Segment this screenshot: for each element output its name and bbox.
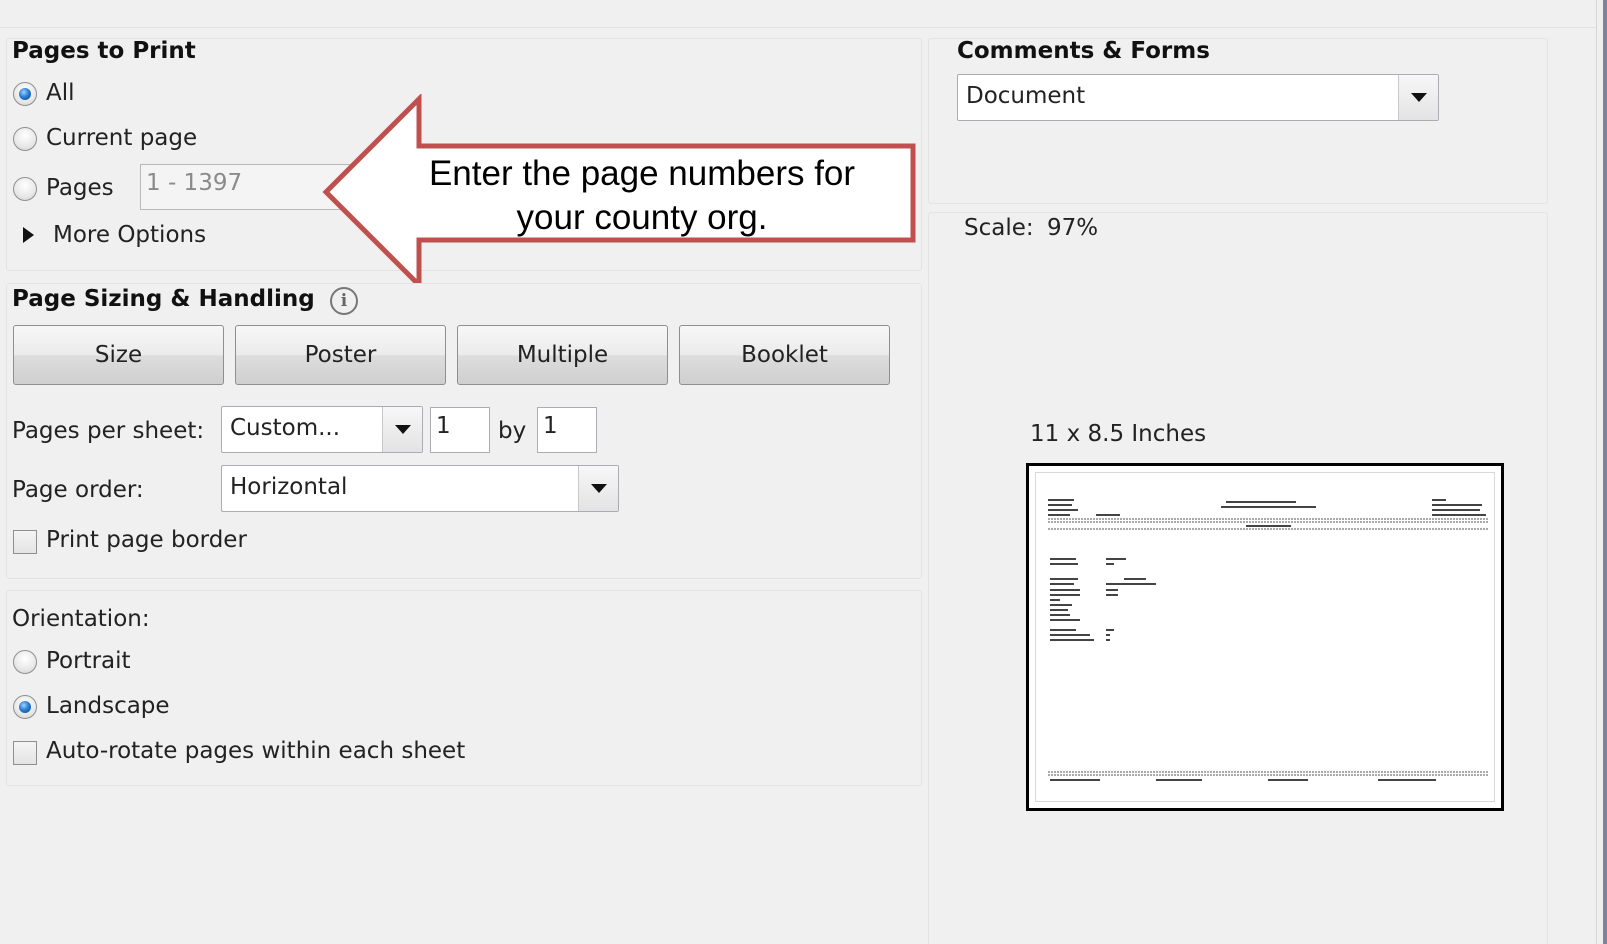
current-page-radio[interactable] bbox=[13, 127, 37, 151]
scale-label: Scale: 97% bbox=[964, 215, 1098, 241]
page-sizing-title: Page Sizing & Handling bbox=[12, 286, 315, 312]
pages-per-sheet-value: Custom... bbox=[230, 415, 341, 441]
scale-label-text: Scale: bbox=[964, 215, 1034, 241]
rows-input[interactable]: 1 bbox=[430, 407, 490, 453]
top-strip bbox=[0, 0, 1607, 28]
page-order-select[interactable]: Horizontal bbox=[221, 465, 619, 512]
more-options-link[interactable]: More Options bbox=[53, 222, 206, 248]
auto-rotate-label: Auto-rotate pages within each sheet bbox=[46, 738, 466, 764]
chevron-down-icon[interactable] bbox=[578, 466, 618, 511]
print-page-border-checkbox[interactable] bbox=[13, 530, 37, 554]
pages-range-radio[interactable] bbox=[13, 177, 37, 201]
poster-button[interactable]: Poster bbox=[235, 325, 446, 385]
page-order-label: Page order: bbox=[12, 477, 144, 503]
current-page-label: Current page bbox=[46, 125, 198, 151]
portrait-radio[interactable] bbox=[13, 650, 37, 674]
callout-text: Enter the page numbers for your county o… bbox=[428, 154, 856, 237]
size-button[interactable]: Size bbox=[13, 325, 224, 385]
scale-value: 97% bbox=[1046, 215, 1099, 241]
more-options-triangle-icon[interactable] bbox=[23, 227, 34, 243]
scroll-edge-bar bbox=[1603, 0, 1607, 944]
booklet-button[interactable]: Booklet bbox=[679, 325, 890, 385]
landscape-label: Landscape bbox=[46, 693, 170, 719]
all-pages-label: All bbox=[46, 80, 75, 106]
pages-per-sheet-select[interactable]: Custom... bbox=[221, 406, 423, 453]
comments-forms-select[interactable]: Document bbox=[957, 74, 1439, 121]
page-preview bbox=[1026, 463, 1504, 811]
window-right-edge bbox=[1596, 0, 1607, 944]
paper-size-label: 11 x 8.5 Inches bbox=[1030, 421, 1207, 447]
pages-per-sheet-label: Pages per sheet: bbox=[12, 418, 205, 444]
all-pages-radio[interactable] bbox=[13, 82, 37, 106]
comments-forms-value: Document bbox=[966, 83, 1086, 109]
auto-rotate-checkbox[interactable] bbox=[13, 741, 37, 765]
pages-range-label: Pages bbox=[46, 175, 114, 201]
comments-forms-title: Comments & Forms bbox=[957, 38, 1210, 64]
orientation-title: Orientation: bbox=[12, 606, 150, 632]
portrait-label: Portrait bbox=[46, 648, 131, 674]
multiple-button[interactable]: Multiple bbox=[457, 325, 668, 385]
landscape-radio[interactable] bbox=[13, 695, 37, 719]
page-preview-content bbox=[1035, 472, 1495, 802]
page-order-value: Horizontal bbox=[230, 474, 348, 500]
cols-input[interactable]: 1 bbox=[537, 407, 597, 453]
preview-content-lines bbox=[1048, 499, 1488, 781]
pages-to-print-title: Pages to Print bbox=[12, 38, 196, 64]
info-icon[interactable]: i bbox=[330, 287, 358, 315]
chevron-down-icon[interactable] bbox=[382, 407, 422, 452]
chevron-down-icon[interactable] bbox=[1398, 75, 1438, 120]
by-label: by bbox=[498, 418, 527, 444]
print-page-border-label: Print page border bbox=[46, 527, 247, 553]
